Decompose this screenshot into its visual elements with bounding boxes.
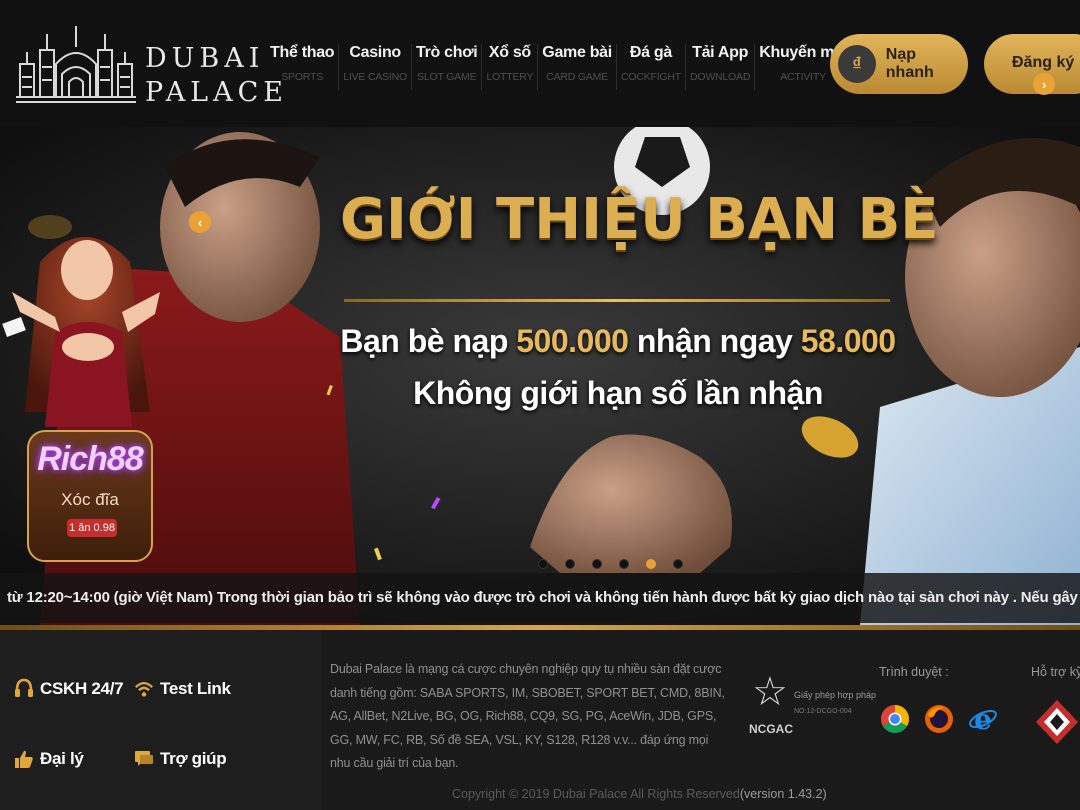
slide-dot[interactable] <box>538 559 548 569</box>
nav-label: Casino <box>349 44 401 61</box>
remote-support-icon[interactable] <box>1034 698 1080 746</box>
star-icon: ☆ <box>752 670 788 714</box>
internet-explorer-icon[interactable]: e <box>968 698 998 740</box>
nav-item-download[interactable]: Tải App DOWNLOAD <box>686 44 756 90</box>
nav-item-cockfight[interactable]: Đá gà COCKFIGHT <box>617 44 686 90</box>
sub1-part-c: nhận ngay <box>628 323 801 359</box>
nav-sublabel: LOTTERY <box>486 71 534 83</box>
nav-label: Đá gà <box>629 44 672 61</box>
support-label: Hỗ trợ kỹ thuật <box>1031 665 1080 679</box>
ticker-text: từ 12:20~14:00 (giờ Việt Nam) Trong thời… <box>7 589 1080 606</box>
help-label: Trợ giúp <box>160 749 227 768</box>
rich88-card[interactable]: Rich88 Xóc đĩa 1 ăn 0.98 <box>27 430 153 562</box>
register-button[interactable]: Đăng ký <box>984 34 1080 94</box>
nav-item-card-game[interactable]: Game bài CARD GAME <box>538 44 617 90</box>
nav-label: Game bài <box>542 44 612 61</box>
browser-label: Trình duyệt : <box>879 665 949 679</box>
customer-support-label: CSKH 24/7 <box>40 679 124 698</box>
nav-sublabel: SPORTS <box>281 71 324 83</box>
palace-logo-icon <box>16 26 136 103</box>
banner-divider <box>344 299 890 302</box>
nav-label: Trò chơi <box>416 44 478 61</box>
license-badge[interactable]: ☆ NCGAC Giấy phép hợp pháp NO:12-DCGO-00… <box>748 670 876 742</box>
nav-item-slot-game[interactable]: Trò chơi SLOT GAME <box>412 44 483 90</box>
deposit-coin-icon: ₫ <box>838 45 876 83</box>
footer-quick-links: CSKH 24/7 Test Link Đại lý Trợ giúp <box>0 630 322 810</box>
header: DUBAI PALACE Thể thao SPORTS Casino LIVE… <box>0 0 1080 127</box>
nav-sublabel: ACTIVITY <box>780 71 826 83</box>
nav-item-sports[interactable]: Thể thao SPORTS <box>266 44 340 90</box>
license-number: NO:12-DCGO-004 <box>794 708 852 715</box>
license-ncgac: NCGAC <box>749 722 793 736</box>
slide-indicator <box>538 559 683 569</box>
sub1-amount-2: 58.000 <box>800 323 896 359</box>
footer-description: Dubai Palace là mạng cá cược chuyên nghi… <box>330 662 725 770</box>
copyright: Copyright © 2019 Dubai Palace All Rights… <box>452 787 827 801</box>
rich88-logo: Rich88 <box>37 440 144 478</box>
page: DUBAI PALACE Thể thao SPORTS Casino LIVE… <box>0 0 1080 810</box>
main-nav: Thể thao SPORTS Casino LIVE CASINO Trò c… <box>266 44 851 90</box>
rich88-game-name: Xóc đĩa <box>61 490 119 509</box>
license-text: Giấy phép hợp pháp <box>794 690 876 700</box>
version-text: (version 1.43.2) <box>739 787 827 801</box>
browser-list: e <box>880 698 998 740</box>
rich88-rate-badge: 1 ăn 0.98 <box>67 519 117 537</box>
chrome-icon[interactable] <box>880 698 910 740</box>
quick-deposit-button[interactable]: ₫ Nạp nhanh <box>830 34 968 94</box>
banner-headline-text: GIỚI THIỆU BẠN BÈ <box>340 187 939 252</box>
nav-sublabel: CARD GAME <box>546 71 609 83</box>
slide-dot[interactable] <box>646 559 656 569</box>
dealer-girl-icon <box>2 237 160 427</box>
nav-sublabel: DOWNLOAD <box>689 71 751 83</box>
agent-link[interactable]: Đại lý <box>14 748 84 770</box>
headset-icon <box>14 678 34 700</box>
customer-support-link[interactable]: CSKH 24/7 <box>14 678 124 700</box>
footer: CSKH 24/7 Test Link Đại lý Trợ giúp Duba… <box>0 630 1080 810</box>
rich88-widget[interactable]: Rich88 Xóc đĩa 1 ăn 0.98 <box>0 222 170 565</box>
chevron-left-icon[interactable]: ‹ <box>189 211 211 233</box>
nav-label: Xổ số <box>488 44 531 61</box>
nav-sublabel: SLOT GAME <box>417 71 477 83</box>
agent-label: Đại lý <box>40 749 84 768</box>
chat-bubble-icon <box>134 748 154 770</box>
banner-subtitle-1: Bạn bè nạp 500.000 nhận ngay 58.000 <box>340 323 896 360</box>
chevron-right-icon[interactable]: › <box>1033 73 1055 95</box>
slide-dot[interactable] <box>592 559 602 569</box>
test-link-label: Test Link <box>160 679 231 698</box>
help-link[interactable]: Trợ giúp <box>134 748 227 770</box>
svg-text:e: e <box>974 704 992 734</box>
nav-label: Thể thao <box>270 44 335 61</box>
wifi-icon <box>134 678 154 700</box>
banner-headline: GIỚI THIỆU BẠN BÈ <box>340 187 939 252</box>
nav-sublabel: COCKFIGHT <box>620 71 681 83</box>
register-label: Đăng ký <box>1012 54 1075 71</box>
slide-dot[interactable] <box>619 559 629 569</box>
slide-dot[interactable] <box>565 559 575 569</box>
announcement-ticker: từ 12:20~14:00 (giờ Việt Nam) Trong thời… <box>0 573 1080 623</box>
banner-subtitle-2: Không giới hạn số lần nhận <box>413 375 823 411</box>
sub1-part-a: Bạn bè nạp <box>340 323 517 359</box>
slide-dot[interactable] <box>673 559 683 569</box>
nav-sublabel: LIVE CASINO <box>343 71 408 83</box>
sub1-amount-1: 500.000 <box>516 323 629 359</box>
nav-item-lottery[interactable]: Xổ số LOTTERY <box>482 44 539 90</box>
firefox-icon[interactable] <box>924 698 954 740</box>
quick-deposit-label: Nạp nhanh <box>885 46 934 81</box>
nav-item-casino[interactable]: Casino LIVE CASINO <box>339 44 413 90</box>
copyright-text: Copyright © 2019 Dubai Palace All Rights… <box>452 787 740 801</box>
logo[interactable]: DUBAI PALACE <box>14 22 283 108</box>
test-link-link[interactable]: Test Link <box>134 678 231 700</box>
nav-label: Tải App <box>692 44 749 61</box>
thumbs-up-icon <box>14 748 34 770</box>
